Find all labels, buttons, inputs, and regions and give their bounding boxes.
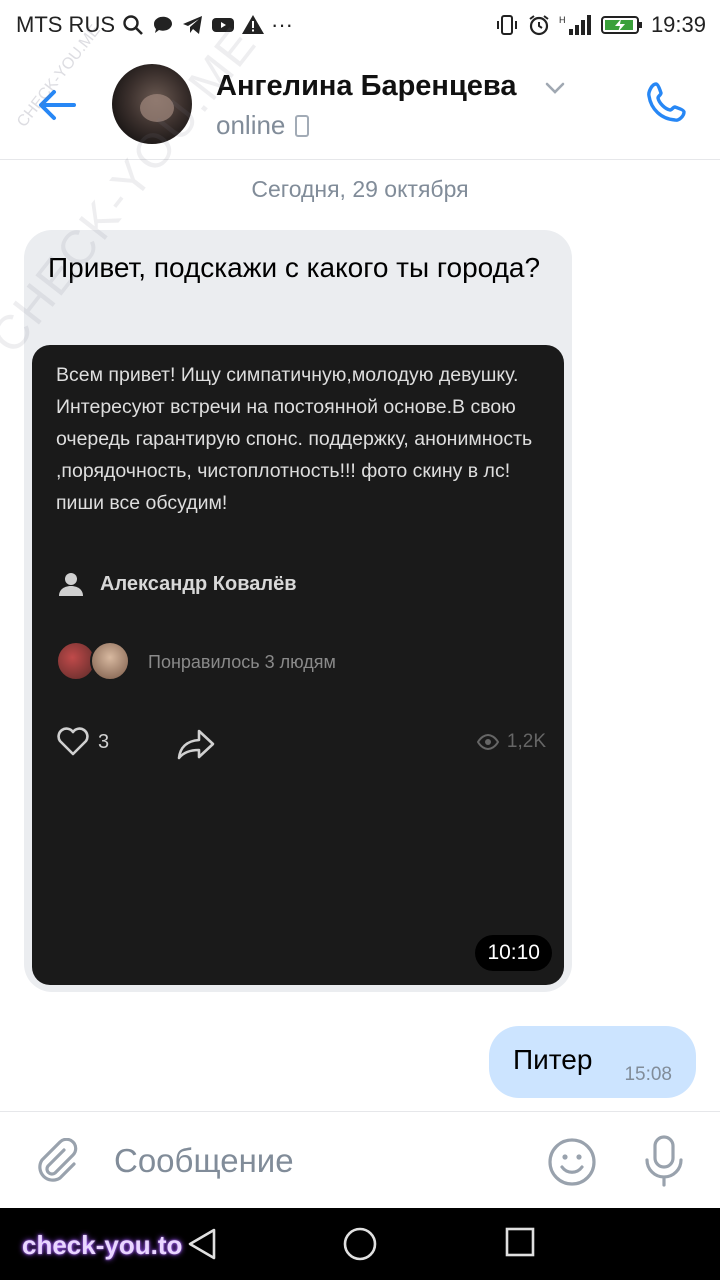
attachment-post-text: Всем привет! Ищу симпатичную,молодую дев…: [56, 364, 533, 514]
nav-home-icon[interactable]: [342, 1226, 378, 1262]
warning-icon: [242, 15, 264, 34]
clock: 19:39: [650, 12, 706, 37]
message-composer: [0, 1111, 720, 1208]
liker-avatar: [90, 641, 130, 681]
alarm-icon: [529, 15, 549, 36]
liker-avatars: [56, 641, 134, 683]
presence-status: online: [216, 110, 310, 141]
like-action: 3: [56, 727, 109, 757]
post-actions-row: 3 1,2K: [56, 725, 546, 765]
eye-icon: [476, 734, 499, 750]
microphone-icon[interactable]: [640, 1134, 688, 1188]
paperclip-icon[interactable]: [34, 1138, 80, 1184]
status-bar: MTS RUS ··· H 19:39: [0, 0, 720, 52]
svg-text:H: H: [559, 15, 566, 25]
phone-call-icon[interactable]: [642, 78, 694, 130]
person-icon: [59, 573, 83, 596]
message-input[interactable]: [114, 1136, 514, 1186]
contact-name[interactable]: Ангелина Баренцева: [216, 70, 516, 103]
more-icon: ···: [271, 12, 293, 37]
emoji-icon[interactable]: [546, 1136, 598, 1188]
heart-icon: [57, 727, 89, 756]
video-attachment[interactable]: Всем привет! Ищу симпатичную,молодую дев…: [32, 345, 564, 985]
outgoing-message-bubble[interactable]: Питер 15:08: [489, 1026, 696, 1098]
like-count: 3: [98, 730, 110, 753]
nav-back-icon[interactable]: [184, 1226, 220, 1262]
telegram-icon: [183, 16, 202, 34]
vibrate-icon: [496, 15, 517, 35]
chat-bubble-icon: [153, 16, 172, 33]
chevron-down-icon[interactable]: [544, 80, 566, 96]
views-count: 1,2K: [506, 731, 546, 752]
liked-by-row: Понравилось 3 людям: [56, 641, 336, 683]
video-duration: 10:10: [475, 935, 552, 971]
outgoing-message-text: Питер: [513, 1044, 593, 1075]
carrier-label: MTS RUS: [16, 12, 115, 37]
watermark-text: check-you.to: [22, 1230, 183, 1260]
post-author-name: Александр Ковалёв: [100, 572, 297, 595]
incoming-message-text: Привет, подскажи с какого ты города?: [48, 252, 541, 283]
presence-label: online: [216, 110, 286, 140]
back-arrow-icon[interactable]: [34, 82, 80, 128]
outgoing-message-time: 15:08: [624, 1064, 672, 1085]
mobile-device-icon: [295, 114, 310, 137]
status-left: MTS RUS ···: [16, 12, 293, 38]
post-author-row: Александр Ковалёв: [58, 571, 297, 597]
system-nav-bar: check-you.to: [0, 1208, 720, 1280]
status-right: H 19:39: [495, 12, 706, 38]
chat-header: Ангелина Баренцева online: [0, 52, 720, 160]
search-icon: [123, 15, 143, 35]
avatar[interactable]: [112, 64, 192, 144]
battery-charging-icon: [600, 16, 642, 34]
incoming-message-bubble[interactable]: Привет, подскажи с какого ты города? Все…: [24, 230, 572, 992]
views-count-row: 1,2K: [476, 731, 546, 753]
youtube-icon: [212, 18, 234, 32]
nav-recent-apps-icon[interactable]: [504, 1226, 536, 1258]
share-icon: [177, 729, 215, 760]
liked-by-text: Понравилось 3 людям: [148, 651, 336, 672]
signal-icon: H: [559, 15, 591, 35]
date-separator: Сегодня, 29 октября: [251, 176, 469, 202]
